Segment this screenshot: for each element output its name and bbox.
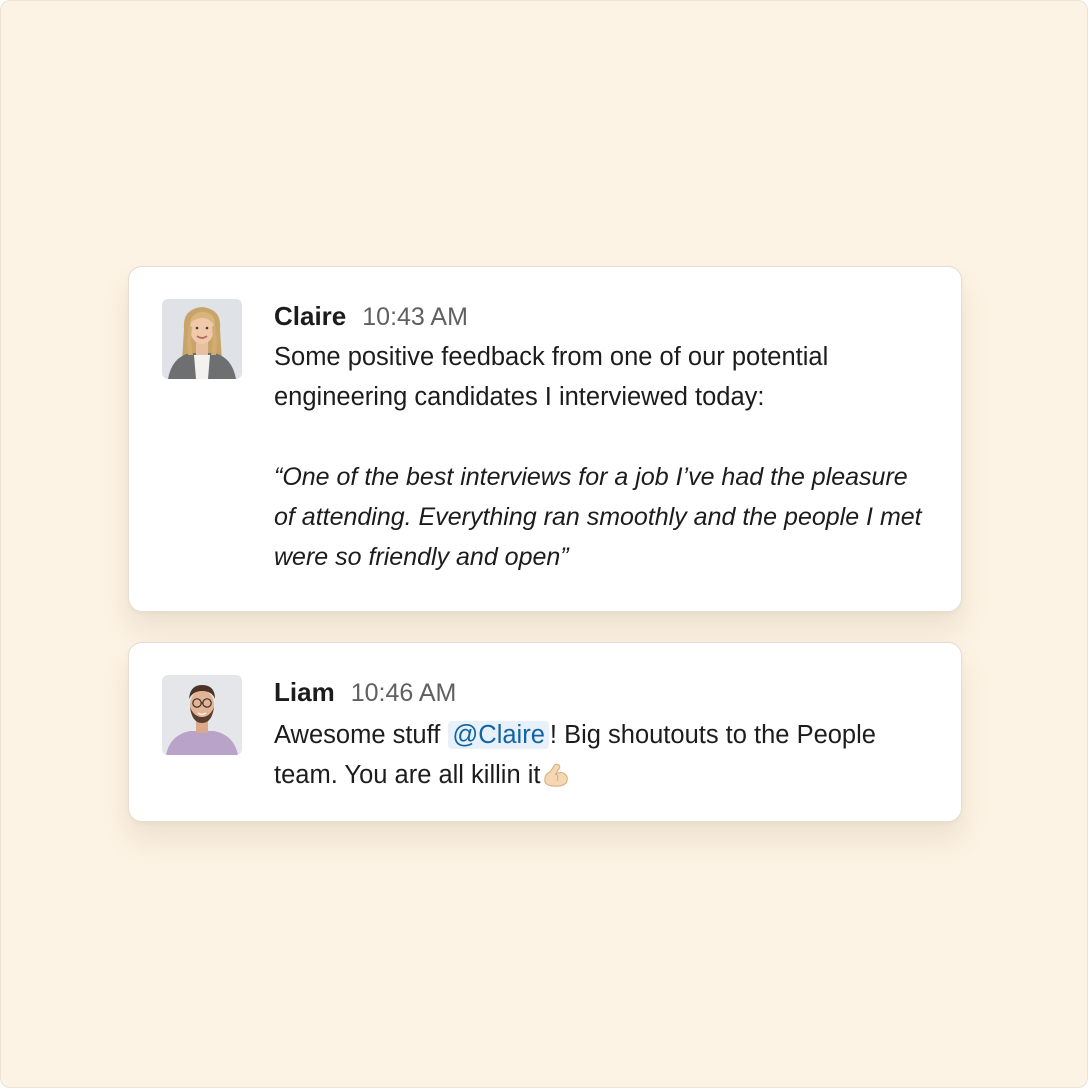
message-header: Claire 10:43 AM (274, 301, 931, 337)
message-quote: “One of the best interviews for a job I’… (274, 463, 922, 571)
message-header: Liam 10:46 AM (274, 677, 931, 715)
avatar-liam[interactable] (162, 675, 242, 755)
avatar-claire[interactable] (162, 299, 242, 379)
user-mention[interactable]: @Claire (448, 721, 549, 749)
message-card-claire[interactable]: Claire 10:43 AM Some positive feedback f… (128, 266, 962, 612)
page-background: Claire 10:43 AM Some positive feedback f… (0, 0, 1088, 1088)
message-card-liam[interactable]: Liam 10:46 AM Awesome stuff @Claire! Big… (128, 642, 962, 822)
message-text-before: Awesome stuff (274, 721, 448, 749)
message-content: Claire 10:43 AM Some positive feedback f… (274, 301, 931, 577)
timestamp[interactable]: 10:43 AM (362, 303, 468, 332)
author-name[interactable]: Liam (274, 677, 335, 708)
author-name[interactable]: Claire (274, 301, 346, 332)
flexed-biceps-icon (542, 760, 570, 800)
message-body: Awesome stuff @Claire! Big shoutouts to … (274, 715, 931, 800)
message-content: Liam 10:46 AM Awesome stuff @Claire! Big… (274, 677, 931, 800)
message-body: Some positive feedback from one of our p… (274, 343, 829, 411)
timestamp[interactable]: 10:46 AM (351, 679, 457, 708)
